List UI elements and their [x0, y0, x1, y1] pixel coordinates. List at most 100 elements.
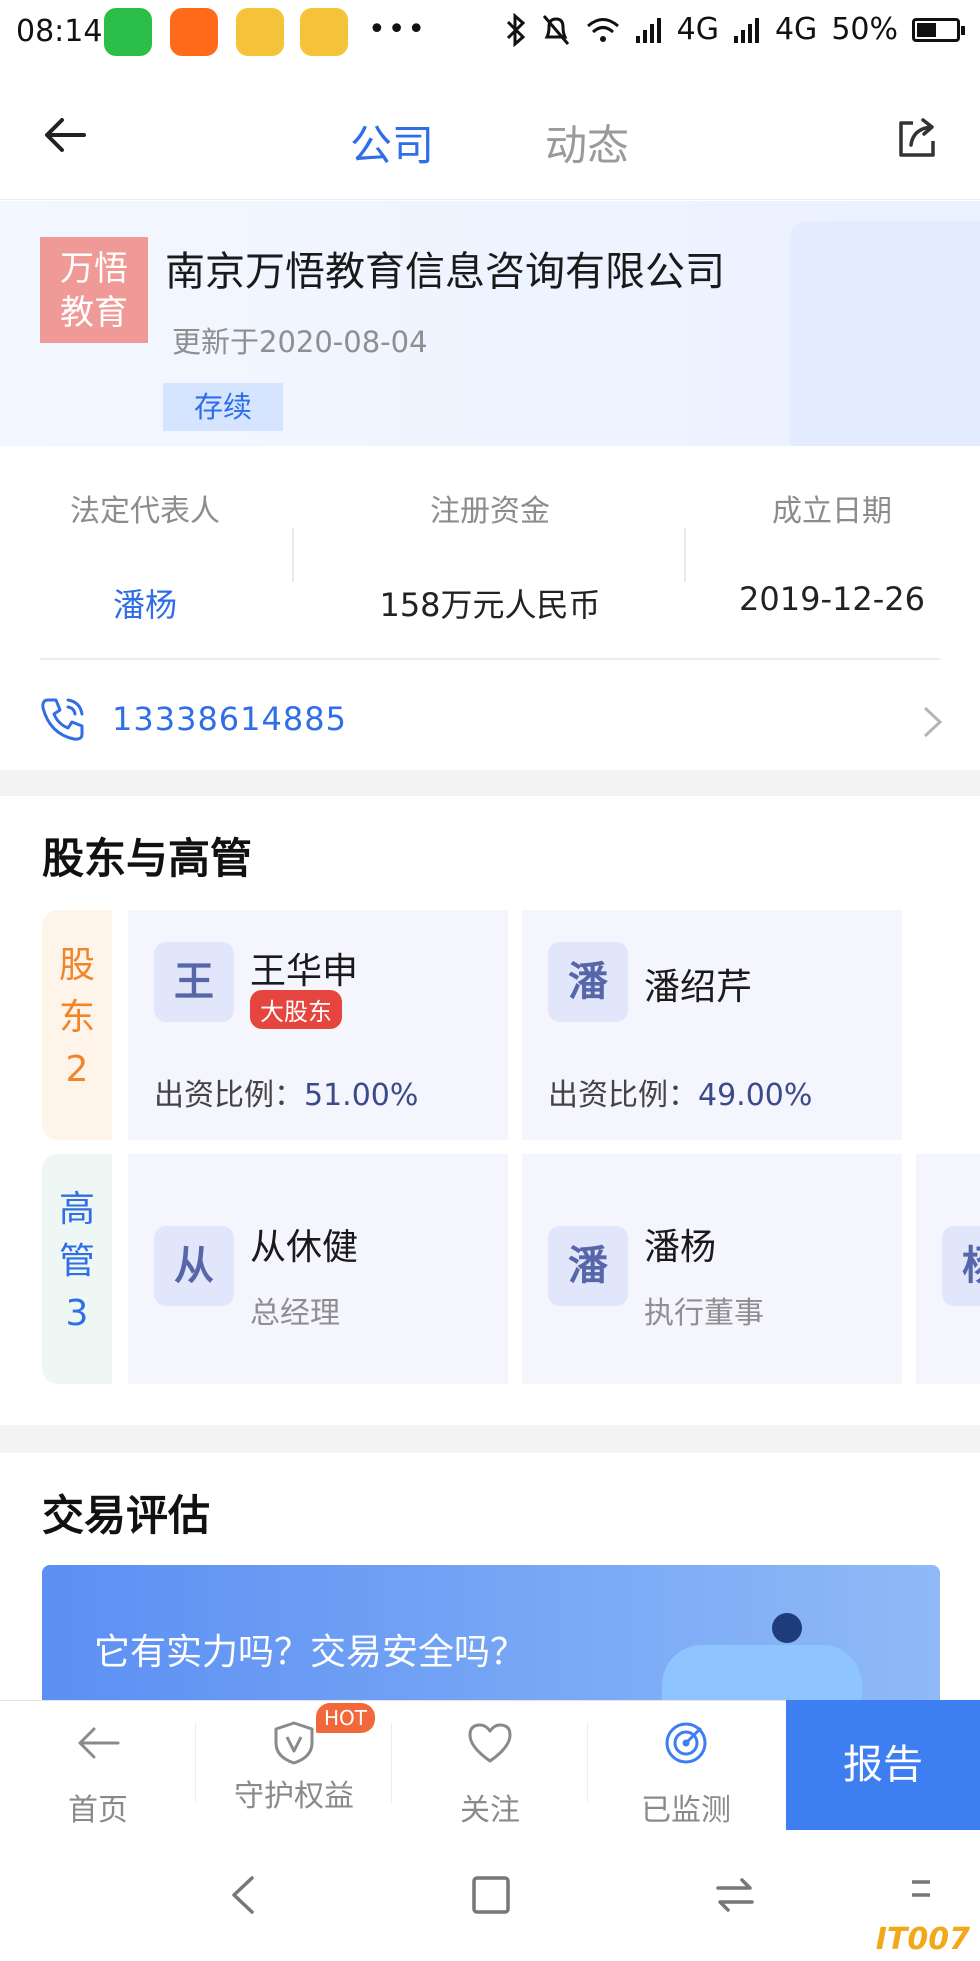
more-notifications-icon: •••: [368, 12, 428, 47]
company-name: 南京万悟教育信息咨询有限公司: [165, 249, 725, 295]
mute-bell-icon: [542, 14, 569, 45]
capital-value: 158万元人民币: [379, 586, 601, 624]
battery-percent: 50%: [831, 12, 898, 47]
building-illustration: [790, 221, 980, 446]
status-bar: 08:14 ••• 4G 4G 50%: [0, 0, 980, 70]
phone-number[interactable]: 13338614885: [112, 700, 347, 738]
folder-notification-icon: [300, 8, 348, 56]
back-arrow-icon: [78, 1727, 120, 1759]
tab-label: 首页: [68, 1793, 128, 1828]
phone-icon: [41, 698, 84, 741]
status-badge: 存续: [163, 383, 283, 431]
label-char: 东: [58, 997, 95, 1038]
signal-icon: [635, 17, 661, 43]
system-menu-icon[interactable]: [906, 1870, 936, 1920]
divider: [292, 528, 294, 582]
person-illustration: [772, 1613, 802, 1643]
founded-value: 2019-12-26: [739, 580, 925, 618]
system-back-icon[interactable]: [220, 1870, 270, 1920]
folder-notification-icon: [236, 8, 284, 56]
signal-icon: [733, 17, 759, 43]
trade-evaluation-banner[interactable]: 它有实力吗？交易安全吗？: [42, 1565, 940, 1705]
founded-label: 成立日期: [772, 494, 892, 529]
executive-name: 潘杨: [644, 1227, 717, 1268]
legal-rep: 法定代表人 潘杨: [0, 486, 295, 626]
tab-company[interactable]: 公司: [350, 112, 434, 173]
label-char: 管: [58, 1241, 95, 1282]
executive-name: 从休健: [250, 1227, 359, 1268]
section-separator: [0, 1425, 980, 1453]
ratio-label: 出资比例：: [154, 1078, 304, 1113]
back-arrow-icon[interactable]: [40, 110, 90, 160]
top-nav-bar: 公司 动态: [0, 70, 980, 200]
shield-v-icon: [274, 1721, 314, 1765]
legal-rep-link[interactable]: 潘杨: [0, 580, 295, 626]
founded-date: 成立日期 2019-12-26: [682, 486, 980, 618]
logo-line: 教育: [60, 293, 128, 333]
section-separator: [0, 770, 980, 796]
bluetooth-icon: [506, 12, 525, 47]
mi-notification-icon: [170, 8, 218, 56]
watermark-logo: IT007: [875, 1922, 970, 1957]
capital-label: 注册资金: [430, 494, 550, 529]
company-logo: 万悟 教育: [40, 237, 148, 343]
logo-line: 万悟: [60, 249, 128, 289]
shareholders-section-title: 股东与高管: [42, 834, 253, 883]
shareholder-card[interactable]: 王 王华申 大股东 出资比例：51.00%: [128, 910, 508, 1140]
tab-protect-rights[interactable]: 守护权益 HOT: [196, 1701, 392, 1831]
hot-badge: HOT: [316, 1703, 375, 1733]
status-time: 08:14: [16, 14, 103, 49]
network-type: 4G: [676, 12, 719, 47]
label-char: 高: [58, 1189, 95, 1230]
company-header: 万悟 教育 南京万悟教育信息咨询有限公司 更新于2020-08-04 存续: [0, 201, 980, 446]
battery-icon: [912, 17, 965, 42]
tab-follow[interactable]: 关注: [392, 1701, 588, 1831]
system-home-icon[interactable]: [466, 1870, 516, 1920]
share-ratio: 出资比例：51.00%: [154, 1070, 418, 1114]
tab-dynamics[interactable]: 动态: [545, 112, 629, 173]
shield-illustration: [662, 1645, 862, 1705]
share-ratio: 出资比例：49.00%: [548, 1070, 812, 1114]
ratio-value: 49.00%: [698, 1078, 813, 1113]
tab-home[interactable]: 首页: [0, 1701, 196, 1831]
system-nav-bar: IT007: [0, 1830, 980, 1961]
avatar: 从: [154, 1226, 234, 1306]
report-button[interactable]: 报告: [786, 1700, 980, 1830]
tab-monitored[interactable]: 已监测: [588, 1701, 784, 1831]
wechat-notification-icon: [104, 8, 152, 56]
update-time: 更新于2020-08-04: [172, 325, 428, 359]
battery-level: [917, 22, 936, 37]
system-switch-icon[interactable]: [710, 1870, 760, 1920]
trade-section-title: 交易评估: [42, 1491, 211, 1540]
executive-card[interactable]: 杨: [916, 1154, 980, 1384]
basic-info-row: 法定代表人 潘杨 注册资金 158万元人民币 成立日期 2019-12-26: [0, 446, 980, 661]
heart-icon: [468, 1723, 512, 1763]
radar-icon: [665, 1722, 707, 1764]
executive-card[interactable]: 潘 潘杨 执行董事: [522, 1154, 902, 1384]
share-icon[interactable]: [895, 115, 939, 159]
status-indicators: 4G 4G 50%: [505, 12, 965, 47]
executives-count-label[interactable]: 高 管 3: [42, 1154, 112, 1384]
label-count: 2: [65, 1049, 89, 1090]
shareholder-card[interactable]: 潘 潘绍芹 出资比例：49.00%: [522, 910, 902, 1140]
major-shareholder-badge: 大股东: [250, 990, 342, 1029]
banner-text: 它有实力吗？交易安全吗？: [94, 1632, 527, 1673]
tab-label: 已监测: [641, 1793, 731, 1828]
avatar: 潘: [548, 1226, 628, 1306]
wifi-icon: [586, 17, 619, 42]
tab-label: 守护权益: [234, 1779, 354, 1814]
executive-card[interactable]: 从 从休健 总经理: [128, 1154, 508, 1384]
shareholders-count-label[interactable]: 股 东 2: [42, 910, 112, 1140]
registered-capital: 注册资金 158万元人民币: [340, 486, 640, 626]
avatar: 杨: [942, 1226, 980, 1306]
chevron-right-icon: [923, 706, 943, 738]
executive-role: 执行董事: [644, 1296, 764, 1331]
avatar: 潘: [548, 942, 628, 1022]
executive-role: 总经理: [250, 1296, 340, 1331]
phone-row[interactable]: 13338614885: [0, 660, 980, 770]
ratio-label: 出资比例：: [548, 1078, 698, 1113]
ratio-value: 51.00%: [304, 1078, 419, 1113]
label-char: 股: [58, 945, 95, 986]
network-type: 4G: [774, 12, 818, 47]
shareholder-name: 王华申: [250, 951, 359, 992]
